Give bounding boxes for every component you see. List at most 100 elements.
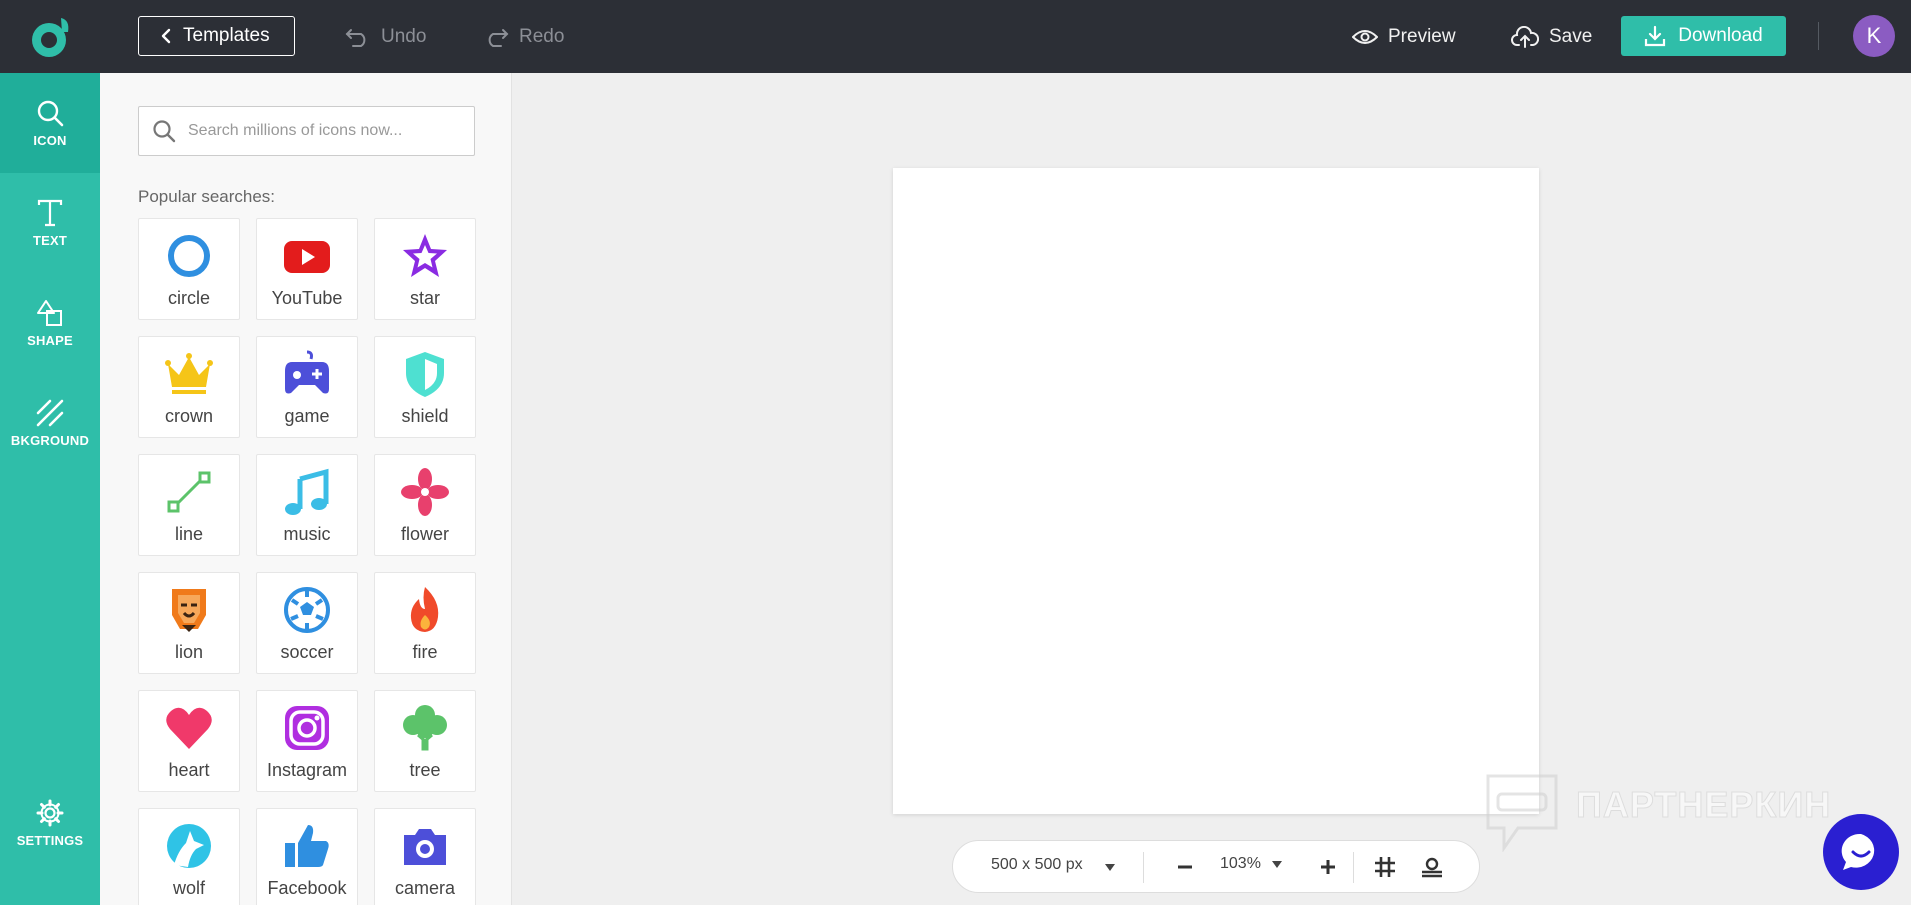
rail-item-icon[interactable]: ICON <box>0 73 100 173</box>
youtube-icon <box>284 241 330 273</box>
tile-wolf[interactable]: wolf <box>138 808 240 905</box>
rail-label-shape: SHAPE <box>27 332 73 348</box>
tree-icon <box>403 705 447 751</box>
tile-label: circle <box>167 288 210 308</box>
tile-label: heart <box>168 760 210 780</box>
grid-icon[interactable] <box>1373 855 1397 879</box>
caret-down-icon[interactable] <box>1272 861 1282 868</box>
chevron-left-icon <box>161 28 171 44</box>
icon-search-box[interactable] <box>138 106 475 156</box>
lion-icon <box>172 589 206 632</box>
popular-searches-grid: circle YouTube star crown game shield li… <box>138 218 476 905</box>
tile-tree[interactable]: tree <box>374 690 476 792</box>
tile-label: line <box>174 524 204 544</box>
topbar-divider <box>1818 22 1819 50</box>
chat-button[interactable] <box>1823 814 1899 890</box>
download-label: Download <box>1678 25 1763 46</box>
download-icon <box>1645 25 1666 47</box>
templates-label: Templates <box>183 25 270 46</box>
tile-line[interactable]: line <box>138 454 240 556</box>
text-icon <box>37 199 63 226</box>
line-icon <box>167 471 211 513</box>
redo-button[interactable]: Redo <box>483 20 564 54</box>
fire-icon <box>410 587 439 632</box>
tile-label: lion <box>174 642 204 662</box>
tile-star[interactable]: star <box>374 218 476 320</box>
tile-label: soccer <box>280 642 334 662</box>
gear-icon <box>36 799 64 826</box>
tile-circle[interactable]: circle <box>138 218 240 320</box>
shape-icon <box>37 299 62 326</box>
rail-item-settings[interactable]: SETTINGS <box>0 773 100 873</box>
zoom-in-icon[interactable] <box>1319 855 1337 879</box>
zoom-level[interactable]: 103% <box>1220 855 1261 873</box>
preview-label: Preview <box>1388 26 1456 47</box>
instagram-icon <box>285 706 329 750</box>
app-logo[interactable] <box>26 12 76 62</box>
tile-label: star <box>409 288 440 308</box>
tile-label: wolf <box>172 878 205 898</box>
popular-searches-label: Popular searches: <box>138 187 276 206</box>
templates-button[interactable]: Templates <box>138 16 295 56</box>
rail-label-background: BKGROUND <box>10 432 90 448</box>
gamepad-icon <box>285 350 329 394</box>
icon-search-input[interactable] <box>188 122 458 140</box>
tile-label: Instagram <box>266 760 348 780</box>
redo-label: Redo <box>519 26 565 47</box>
tile-label: Facebook <box>267 878 347 898</box>
tile-youtube[interactable]: YouTube <box>256 218 358 320</box>
undo-button[interactable]: Undo <box>345 20 426 54</box>
preview-button[interactable]: Preview <box>1352 20 1456 54</box>
zoom-out-icon[interactable] <box>1176 855 1194 879</box>
rail-label-text: TEXT <box>32 232 68 248</box>
top-bar: Templates Undo Redo Preview Save Downloa… <box>0 0 1911 73</box>
tile-crown[interactable]: crown <box>138 336 240 438</box>
tile-label: shield <box>401 406 449 426</box>
tile-label: crown <box>164 406 213 426</box>
wolf-icon <box>167 824 211 868</box>
tile-facebook[interactable]: Facebook <box>256 808 358 905</box>
tile-flower[interactable]: flower <box>374 454 476 556</box>
toolbar-divider <box>1143 852 1144 883</box>
icon-panel: Popular searches: circle YouTube star cr… <box>100 73 512 905</box>
watermark-logo-icon <box>1486 774 1558 852</box>
tile-label: tree <box>409 760 441 780</box>
tile-label: music <box>283 524 331 544</box>
flower-icon <box>401 468 449 516</box>
canvas-size-select[interactable]: 500 x 500 px <box>991 856 1083 874</box>
canvas-toolbar: 500 x 500 px 103% <box>952 840 1480 893</box>
tile-game[interactable]: game <box>256 336 358 438</box>
eye-icon <box>1352 30 1378 44</box>
watermark: ПАРТНЕРКИН <box>1484 772 1864 852</box>
toolbar-divider <box>1353 852 1354 883</box>
rail-item-text[interactable]: TEXT <box>0 173 100 273</box>
tile-shield[interactable]: shield <box>374 336 476 438</box>
music-icon <box>285 468 329 515</box>
download-button[interactable]: Download <box>1621 16 1786 56</box>
rail-item-shape[interactable]: SHAPE <box>0 273 100 373</box>
tile-lion[interactable]: lion <box>138 572 240 674</box>
tile-soccer[interactable]: soccer <box>256 572 358 674</box>
avatar[interactable]: K <box>1853 15 1895 57</box>
tile-instagram[interactable]: Instagram <box>256 690 358 792</box>
tile-music[interactable]: music <box>256 454 358 556</box>
align-icon[interactable] <box>1420 855 1444 879</box>
save-button[interactable]: Save <box>1511 20 1592 54</box>
rail-label-settings: SETTINGS <box>16 832 84 848</box>
search-icon <box>153 120 176 143</box>
tile-heart[interactable]: heart <box>138 690 240 792</box>
caret-down-icon[interactable] <box>1105 864 1115 871</box>
design-canvas[interactable] <box>893 168 1539 814</box>
tile-label: YouTube <box>271 288 343 308</box>
undo-icon <box>345 29 366 47</box>
heart-icon <box>166 707 212 749</box>
rail-item-background[interactable]: BKGROUND <box>0 373 100 473</box>
star-icon <box>403 234 447 277</box>
tile-fire[interactable]: fire <box>374 572 476 674</box>
shield-icon <box>406 352 444 397</box>
thumbs-up-icon <box>285 825 329 867</box>
tile-camera[interactable]: camera <box>374 808 476 905</box>
background-icon <box>36 399 64 426</box>
circle-icon <box>168 235 210 277</box>
camera-icon <box>404 829 446 865</box>
